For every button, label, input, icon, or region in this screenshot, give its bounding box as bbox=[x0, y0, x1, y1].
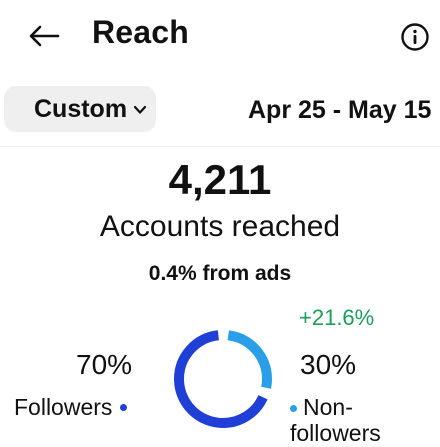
non-followers-percent: 30% bbox=[300, 349, 357, 380]
info-circle-icon bbox=[401, 23, 429, 51]
divider bbox=[0, 146, 440, 147]
accounts-reached-count: 4,211 bbox=[168, 156, 272, 203]
date-filter-label: Custom bbox=[34, 94, 128, 123]
top-bar: Reach bbox=[0, 0, 440, 80]
followers-dot bbox=[120, 404, 128, 411]
change-percentage: +21.6% bbox=[299, 305, 375, 330]
date-filter-dropdown[interactable]: Custom bbox=[4, 86, 156, 132]
date-range-label: Apr 25 - May 15 bbox=[248, 96, 432, 124]
followers-percent: 70% bbox=[76, 349, 133, 380]
accounts-reached-label: Accounts reached bbox=[99, 210, 341, 243]
info-button[interactable] bbox=[400, 22, 430, 52]
non-followers-label: Non-followers bbox=[290, 394, 381, 446]
non-followers-legend: Non-followers bbox=[290, 394, 440, 446]
followers-donut-chart bbox=[174, 330, 272, 428]
page-title: Reach bbox=[92, 14, 190, 50]
reach-insights-screen: Reach Custom Apr 25 - May 15 4,211 Accou… bbox=[0, 0, 440, 447]
back-button[interactable] bbox=[24, 18, 64, 54]
ads-percentage-note: 0.4% from ads bbox=[148, 262, 292, 285]
arrow-left-icon bbox=[29, 25, 60, 47]
chevron-down-icon bbox=[133, 105, 147, 114]
followers-legend: Followers bbox=[14, 394, 128, 421]
followers-label: Followers bbox=[14, 394, 113, 420]
non-followers-dot bbox=[290, 405, 297, 413]
